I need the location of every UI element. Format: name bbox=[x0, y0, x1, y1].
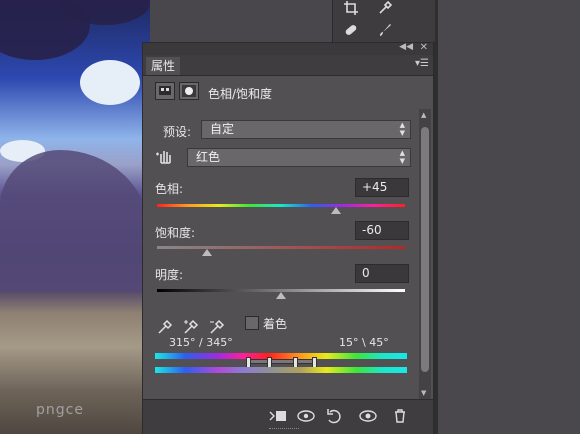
adjustment-layer-icon[interactable] bbox=[155, 82, 175, 100]
output-color-bar bbox=[155, 367, 407, 373]
adjustment-title: 色相/饱和度 bbox=[208, 87, 273, 101]
scroll-down-icon[interactable]: ▼ bbox=[421, 389, 426, 397]
preset-value: 自定 bbox=[210, 122, 235, 136]
hue-slider-thumb[interactable] bbox=[330, 207, 341, 214]
watermark: pngce bbox=[36, 402, 84, 418]
resize-grip[interactable] bbox=[269, 428, 299, 431]
tab-properties[interactable]: 属性 bbox=[146, 57, 181, 75]
view-previous-icon[interactable] bbox=[295, 408, 317, 426]
panel-menu-icon[interactable]: ▾☰ bbox=[415, 58, 429, 69]
scroll-up-icon[interactable]: ▲ bbox=[421, 111, 426, 119]
trash-icon[interactable] bbox=[389, 408, 411, 426]
range-right-readout: 15° \ 45° bbox=[339, 336, 389, 349]
background-photo: pngce bbox=[0, 0, 150, 434]
preset-label: 预设: bbox=[163, 125, 192, 139]
close-icon[interactable]: ✕ bbox=[420, 42, 428, 53]
range-selector[interactable] bbox=[249, 359, 315, 364]
clip-to-layer-icon[interactable] bbox=[267, 408, 289, 426]
properties-panel: ◀◀ ✕ 属性 ▾☰ 色相/饱和度 预设: 自定 ▲ ▼ 红色 ▲ ▼ 色相: +4… bbox=[142, 42, 434, 434]
lightness-label: 明度: bbox=[155, 268, 184, 282]
workspace-background bbox=[434, 0, 580, 434]
tab-bar: 属性 ▾☰ bbox=[143, 55, 433, 76]
collapse-icon[interactable]: ◀◀ bbox=[399, 42, 413, 52]
brush-icon[interactable] bbox=[373, 22, 397, 40]
reset-icon[interactable] bbox=[323, 408, 345, 426]
saturation-input[interactable]: -60 bbox=[355, 221, 409, 240]
saturation-label: 饱和度: bbox=[155, 226, 196, 240]
colorize-label: 着色 bbox=[263, 317, 288, 331]
channel-dropdown[interactable]: 红色 ▲ ▼ bbox=[187, 148, 411, 167]
colorize-checkbox[interactable] bbox=[245, 316, 259, 330]
mask-icon[interactable] bbox=[179, 82, 199, 100]
panel-title-strip: ◀◀ ✕ bbox=[143, 42, 433, 55]
panel-divider[interactable] bbox=[434, 0, 438, 434]
crop-icon[interactable] bbox=[339, 0, 363, 18]
saturation-slider-thumb[interactable] bbox=[201, 249, 212, 256]
tool-strip bbox=[332, 0, 435, 42]
eye-icon[interactable] bbox=[357, 408, 379, 426]
panel-bottom-toolbar bbox=[143, 399, 433, 434]
range-left-readout: 315° / 345° bbox=[169, 336, 233, 349]
preset-dropdown[interactable]: 自定 ▲ ▼ bbox=[201, 120, 411, 139]
hue-label: 色相: bbox=[155, 182, 184, 196]
hand-adjust-icon[interactable] bbox=[155, 147, 175, 169]
saturation-slider-track[interactable] bbox=[157, 246, 405, 249]
adjustment-header: 色相/饱和度 bbox=[143, 76, 433, 106]
lightness-input[interactable]: 0 bbox=[355, 264, 409, 283]
hue-slider-track[interactable] bbox=[157, 204, 405, 207]
dropdown-arrows-icon: ▲ ▼ bbox=[399, 149, 405, 165]
hue-input[interactable]: +45 bbox=[355, 178, 409, 197]
channel-value: 红色 bbox=[196, 150, 221, 164]
lightness-slider-thumb[interactable] bbox=[276, 292, 286, 299]
healing-brush-icon[interactable] bbox=[339, 22, 363, 40]
scrollbar-thumb[interactable] bbox=[421, 127, 429, 372]
dropdown-arrows-icon: ▲ ▼ bbox=[399, 121, 405, 137]
eyedropper-tool-icon[interactable] bbox=[373, 0, 397, 18]
